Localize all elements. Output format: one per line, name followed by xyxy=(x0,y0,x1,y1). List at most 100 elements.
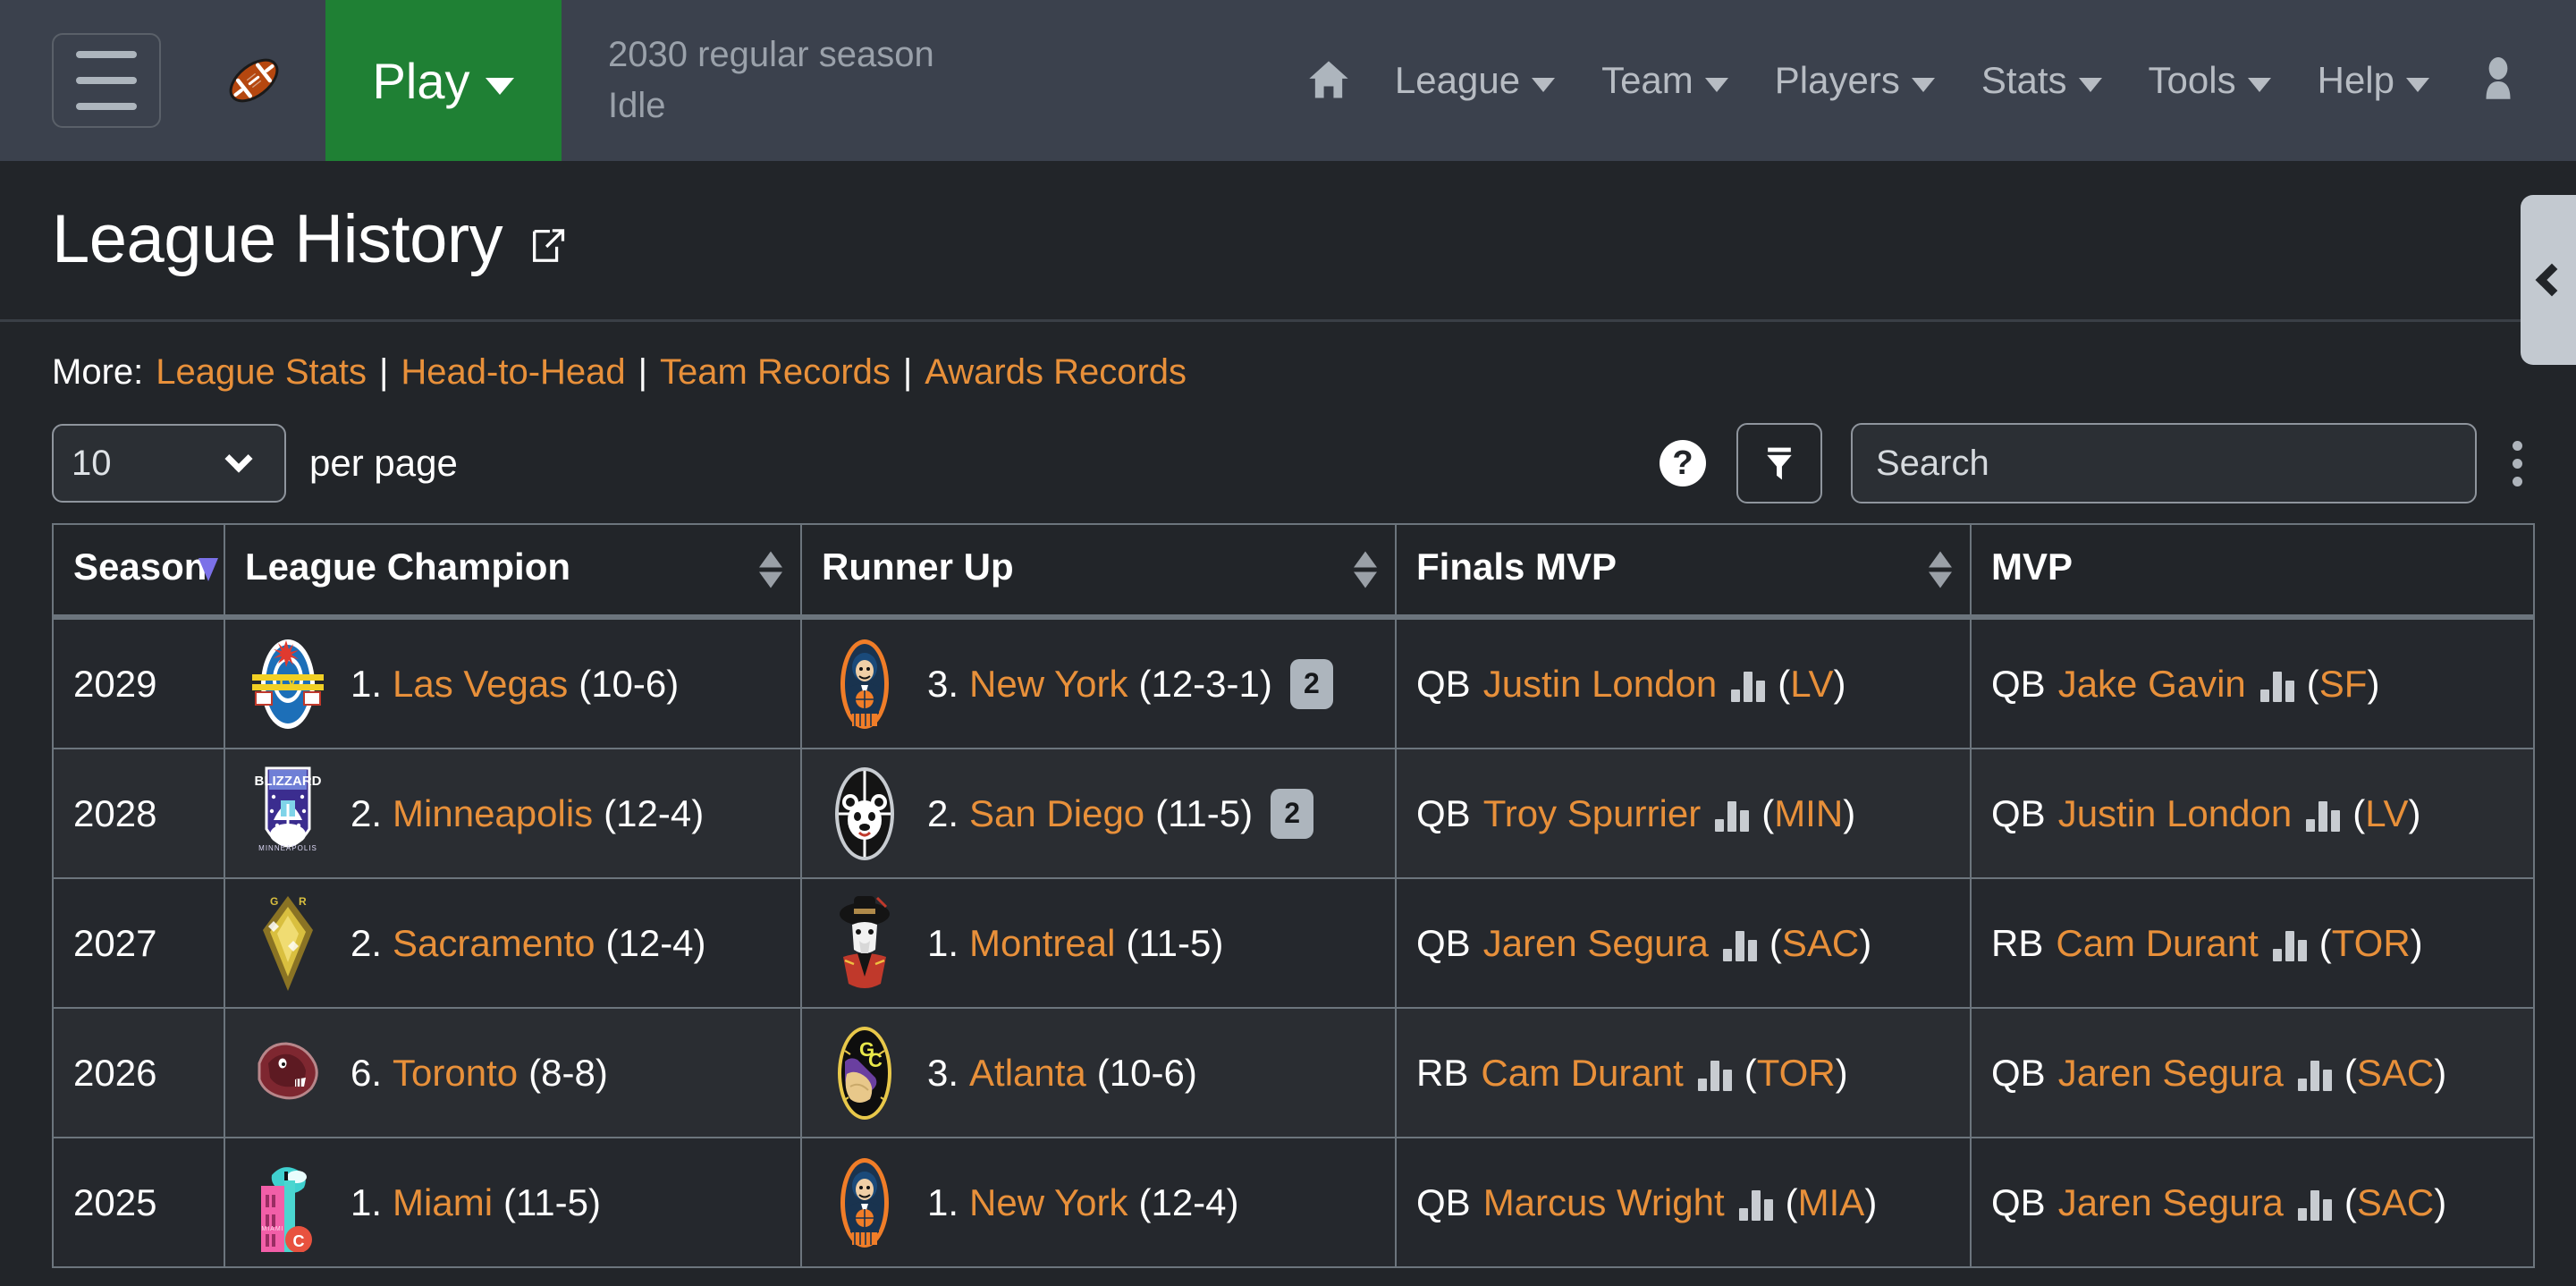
column-header-mvp[interactable]: MVP xyxy=(1970,523,2535,620)
new-york-logo[interactable] xyxy=(822,1151,908,1254)
finals-mvp-player-link[interactable]: Cam Durant xyxy=(1481,1052,1683,1095)
mvp-position: QB xyxy=(1991,791,2046,834)
sort-arrows-icon xyxy=(759,551,782,588)
vertical-dots-icon[interactable] xyxy=(2502,432,2533,495)
sidebar-collapse-tab[interactable] xyxy=(2521,195,2576,365)
cell-runner-up: 1. Montreal (11-5) xyxy=(800,877,1397,1009)
nav-menu-tools[interactable]: Tools xyxy=(2125,59,2294,102)
nav-menu-stats[interactable]: Stats xyxy=(1958,59,2125,102)
cell-season[interactable]: 2028 xyxy=(52,748,225,879)
mvp-player-link[interactable]: Jaren Segura xyxy=(2058,1052,2284,1095)
mvp-player-link[interactable]: Jake Gavin xyxy=(2058,663,2246,706)
person-icon[interactable] xyxy=(2453,56,2533,105)
finals-mvp-team-link[interactable]: SAC xyxy=(1782,922,1859,965)
column-header-finals-mvp[interactable]: Finals MVP xyxy=(1395,523,1972,620)
new-york-logo[interactable] xyxy=(822,632,908,735)
runner-up-team-link[interactable]: Atlanta xyxy=(969,1052,1086,1095)
champion-team-link[interactable]: Miami xyxy=(393,1181,493,1224)
runner-up-rank: 1. xyxy=(927,1180,959,1223)
minneapolis-logo[interactable]: BLIZZARD MINNEAPOLIS xyxy=(245,762,331,865)
champion-record: (8-8) xyxy=(528,1051,608,1094)
miami-logo[interactable]: MIAMI C xyxy=(245,1151,331,1254)
mvp-team-link[interactable]: SAC xyxy=(2357,1052,2434,1095)
more-label: More: xyxy=(52,352,144,392)
mvp-team-link[interactable]: SF xyxy=(2319,663,2368,706)
per-page-select[interactable]: 10 xyxy=(52,424,286,503)
column-header-season[interactable]: Season xyxy=(52,523,225,620)
cell-runner-up: G C 3. Atlanta (10-6) xyxy=(800,1007,1397,1138)
bar-chart-icon[interactable] xyxy=(1715,800,1750,832)
question-mark-icon[interactable]: ? xyxy=(1660,440,1706,486)
link-league-stats[interactable]: League Stats xyxy=(156,352,367,393)
column-header-league-champion[interactable]: League Champion xyxy=(224,523,802,620)
bar-chart-icon[interactable] xyxy=(1738,1189,1773,1221)
finals-mvp-player-link[interactable]: Justin London xyxy=(1483,663,1718,706)
atlanta-logo[interactable]: G C xyxy=(822,1021,908,1124)
league-history-table: Season League Champion Runner Up Finals … xyxy=(52,523,2535,1268)
home-icon[interactable] xyxy=(1286,57,1372,104)
champion-team-link[interactable]: Toronto xyxy=(393,1052,518,1095)
nav-menu-league[interactable]: League xyxy=(1372,59,1578,102)
champion-record: (10-6) xyxy=(579,662,680,705)
column-header-runner-up[interactable]: Runner Up xyxy=(800,523,1397,620)
link-head-to-head[interactable]: Head-to-Head xyxy=(401,352,625,393)
search-input[interactable] xyxy=(1851,423,2477,503)
champion-record: (12-4) xyxy=(605,921,706,964)
navbar-left-group xyxy=(0,0,290,161)
toronto-logo[interactable] xyxy=(245,1021,331,1124)
bar-chart-icon[interactable] xyxy=(1731,671,1766,702)
mvp-player-link[interactable]: Justin London xyxy=(2058,792,2293,835)
nav-menu-team[interactable]: Team xyxy=(1578,59,1752,102)
sacramento-logo[interactable]: G R xyxy=(245,892,331,994)
champion-team-link[interactable]: Las Vegas xyxy=(393,663,568,706)
link-team-records[interactable]: Team Records xyxy=(660,352,891,393)
bar-chart-icon[interactable] xyxy=(2259,671,2294,702)
paren-open: ( xyxy=(1778,662,1791,705)
mvp-team-link[interactable]: SAC xyxy=(2357,1181,2434,1224)
san-diego-logo[interactable] xyxy=(822,762,908,865)
finals-mvp-team-link[interactable]: MIA xyxy=(1798,1181,1865,1224)
mvp-team-link[interactable]: LV xyxy=(2365,792,2408,835)
play-button[interactable]: Play xyxy=(325,0,562,161)
finals-mvp-team-link[interactable]: TOR xyxy=(1757,1052,1836,1095)
bar-chart-icon[interactable] xyxy=(1722,930,1757,961)
finals-mvp-team-link[interactable]: MIN xyxy=(1774,792,1843,835)
finals-mvp-player-link[interactable]: Marcus Wright xyxy=(1483,1181,1725,1224)
cell-season[interactable]: 2025 xyxy=(52,1137,225,1268)
link-awards-records[interactable]: Awards Records xyxy=(925,352,1187,393)
mvp-player-link[interactable]: Jaren Segura xyxy=(2058,1181,2284,1224)
mvp-position: QB xyxy=(1991,1180,2046,1223)
runner-up-team-link[interactable]: San Diego xyxy=(969,792,1144,835)
mvp-player-link[interactable]: Cam Durant xyxy=(2056,922,2258,965)
runner-up-team-link[interactable]: Montreal xyxy=(969,922,1115,965)
cell-league-champion: MIAMI C 1. Miami (11-5) xyxy=(224,1137,802,1268)
bar-chart-icon[interactable] xyxy=(2297,1060,2332,1091)
finals-mvp-player-link[interactable]: Jaren Segura xyxy=(1483,922,1709,965)
mvp-team-link[interactable]: TOR xyxy=(2332,922,2411,965)
finals-mvp-team-link[interactable]: LV xyxy=(1790,663,1833,706)
nav-menu-help[interactable]: Help xyxy=(2294,59,2453,102)
champion-team-link[interactable]: Sacramento xyxy=(393,922,595,965)
montreal-logo[interactable] xyxy=(822,892,908,994)
table-header-row: Season League Champion Runner Up Finals … xyxy=(52,523,2535,620)
las-vegas-logo[interactable]: LV xyxy=(245,632,331,735)
bar-chart-icon[interactable] xyxy=(2297,1189,2332,1221)
external-link-icon[interactable] xyxy=(528,224,569,266)
bar-chart-icon[interactable] xyxy=(2272,930,2307,961)
runner-up-team-link[interactable]: New York xyxy=(969,1181,1128,1224)
paren-close: ) xyxy=(1864,1180,1878,1223)
bar-chart-icon[interactable] xyxy=(1697,1060,1732,1091)
cell-season[interactable]: 2026 xyxy=(52,1007,225,1138)
cell-season[interactable]: 2027 xyxy=(52,877,225,1009)
chevron-down-icon xyxy=(1704,78,1728,92)
svg-text:G: G xyxy=(270,895,278,908)
champion-team-link[interactable]: Minneapolis xyxy=(393,792,593,835)
football-icon[interactable] xyxy=(218,45,290,116)
nav-menu-players[interactable]: Players xyxy=(1752,59,1958,102)
runner-up-team-link[interactable]: New York xyxy=(969,663,1128,706)
cell-season[interactable]: 2029 xyxy=(52,616,225,749)
finals-mvp-player-link[interactable]: Troy Spurrier xyxy=(1483,792,1702,835)
bar-chart-icon[interactable] xyxy=(2306,800,2341,832)
hamburger-menu-button[interactable] xyxy=(52,33,161,128)
filter-button[interactable] xyxy=(1736,423,1822,503)
